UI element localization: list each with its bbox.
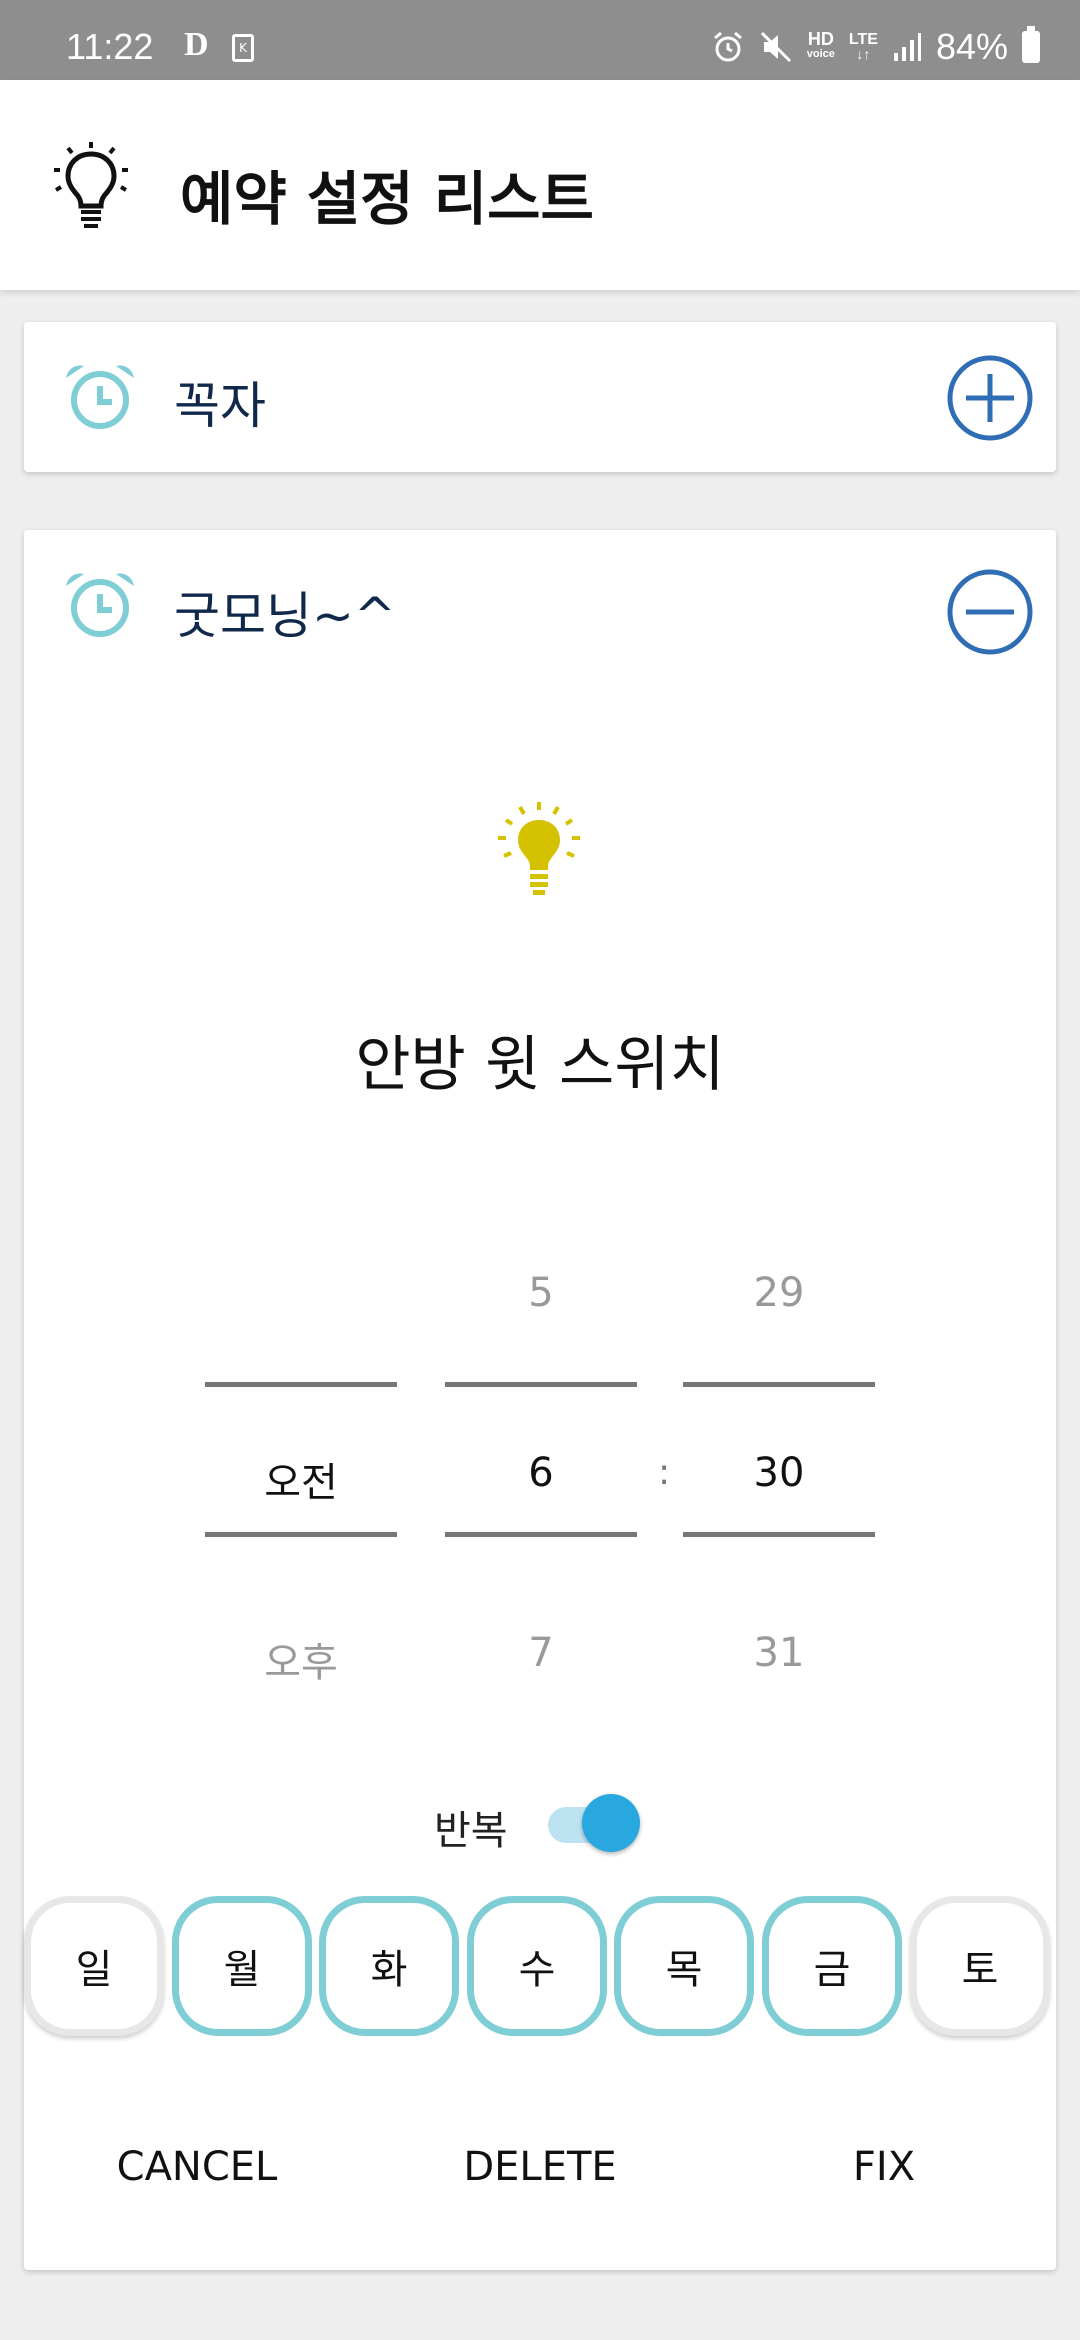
battery-icon bbox=[1022, 26, 1040, 63]
lte-icon: LTE ↓↑ bbox=[848, 31, 878, 62]
toggle-knob[interactable] bbox=[582, 1794, 640, 1852]
picker-next-value[interactable]: 7 bbox=[445, 1630, 637, 1676]
day-wed-button[interactable]: 수 bbox=[467, 1896, 607, 2036]
day-fri-button[interactable]: 금 bbox=[762, 1896, 902, 2036]
cancel-button[interactable]: CANCEL bbox=[67, 2144, 327, 2190]
signal-icon bbox=[893, 33, 921, 61]
day-sun-button[interactable]: 일 bbox=[24, 1896, 164, 2036]
time-separator: : bbox=[658, 1452, 671, 1493]
reservation-card[interactable]: 꼭자 bbox=[24, 322, 1056, 472]
d-indicator: D bbox=[184, 26, 209, 63]
repeat-toggle[interactable] bbox=[542, 1794, 640, 1852]
alarm-clock-icon bbox=[66, 365, 134, 429]
picker-divider bbox=[205, 1382, 397, 1387]
device-name: 안방 윗 스위치 bbox=[355, 1030, 725, 1100]
alarm-status-icon bbox=[713, 31, 742, 62]
fix-button[interactable]: FIX bbox=[754, 2144, 1014, 2190]
weekday-selector: 일 월 화 수 목 금 토 bbox=[24, 1896, 1056, 2046]
reservation-title: 꼭자 bbox=[174, 377, 266, 435]
picker-next-value[interactable]: 오후 bbox=[205, 1630, 397, 1688]
picker-current-value[interactable]: 오전 bbox=[205, 1450, 397, 1508]
minus-circle-icon[interactable] bbox=[946, 568, 1034, 656]
picker-prev-value[interactable]: 5 bbox=[445, 1270, 637, 1316]
repeat-label: 반복 bbox=[434, 1808, 508, 1854]
hd-voice-icon: HD voice bbox=[806, 29, 835, 60]
day-tue-button[interactable]: 화 bbox=[319, 1896, 459, 2036]
picker-prev-value[interactable]: 29 bbox=[683, 1270, 875, 1316]
notification-icon: K bbox=[232, 34, 254, 62]
app-bar: 예약 설정 리스트 bbox=[0, 80, 1080, 290]
picker-divider bbox=[445, 1532, 637, 1537]
lightbulb-on-icon bbox=[498, 802, 580, 895]
status-bar: 11:22 D K HD voice LTE ↓↑ 84% bbox=[0, 0, 1080, 80]
day-thu-button[interactable]: 목 bbox=[614, 1896, 754, 2036]
lightbulb-icon bbox=[54, 142, 128, 228]
status-icons: HD voice LTE ↓↑ 84% bbox=[711, 26, 1040, 68]
mute-icon bbox=[760, 31, 791, 63]
plus-circle-icon[interactable] bbox=[946, 354, 1034, 442]
picker-current-value[interactable]: 6 bbox=[445, 1450, 637, 1496]
picker-divider bbox=[683, 1532, 875, 1537]
status-time: 11:22 bbox=[66, 26, 154, 67]
picker-current-value[interactable]: 30 bbox=[683, 1450, 875, 1496]
delete-button[interactable]: DELETE bbox=[410, 2144, 670, 2190]
alarm-clock-icon bbox=[66, 573, 134, 637]
picker-next-value[interactable]: 31 bbox=[683, 1630, 875, 1676]
picker-divider bbox=[683, 1382, 875, 1387]
battery-percent: 84% bbox=[935, 26, 1008, 67]
day-mon-button[interactable]: 월 bbox=[172, 1896, 312, 2036]
picker-divider bbox=[205, 1532, 397, 1537]
page-title: 예약 설정 리스트 bbox=[180, 165, 594, 233]
picker-divider bbox=[445, 1382, 637, 1387]
day-sat-button[interactable]: 토 bbox=[910, 1896, 1050, 2036]
reservation-title: 굿모닝~^ bbox=[174, 587, 396, 645]
reservation-card-expanded: 굿모닝~^ 안방 윗 스위치 오전 오후 5 6 7 : 29 30 31 반복 bbox=[24, 530, 1056, 2270]
